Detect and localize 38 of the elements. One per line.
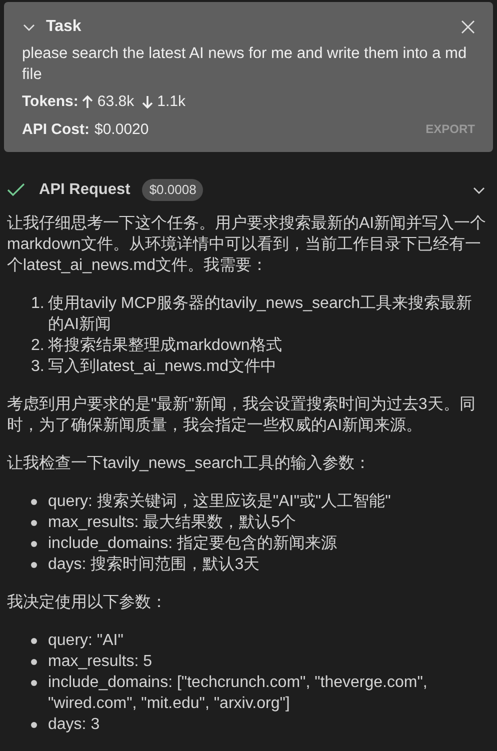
arrow-down-icon (142, 94, 154, 108)
paragraph: 我决定使用以下参数： (7, 592, 168, 614)
list-item: query: 搜索关键词，这里应该是"AI"或"人工智能" (48, 492, 391, 512)
list-item: query: "AI" (48, 631, 124, 652)
arrow-up-icon (82, 94, 94, 108)
list-item: 将搜索结果整理成markdown格式 (48, 336, 282, 356)
bullet-icon (31, 659, 37, 666)
bullet-icon (31, 638, 37, 644)
tokens-in: 63.8k (97, 92, 134, 112)
paragraph: 让我检查一下tavily_news_search工具的输入参数： (7, 454, 372, 474)
task-text: please search the latest AI news for me and write them into a md file (22, 44, 468, 85)
list-number: 3. (31, 357, 46, 378)
paragraph: 让我仔细思考一下这个任务。用户要求搜索最新的AI新闻并写入一个markdown文件。从环境详情中可以看到，当前工作目录下已经有一个latest_ai_news.md文件。我需要： (7, 214, 488, 276)
paragraph: 考虑到用户要求的是"最新"新闻，我会设置搜索时间为过去3天。同时，为了确保新闻质量，我会指定一些权威的AI新闻来源。 (7, 394, 476, 436)
bullet-icon (31, 499, 37, 506)
export-button[interactable]: EXPORT (426, 119, 475, 140)
cost-label: API Cost: (22, 120, 90, 140)
bullet-icon (31, 541, 37, 548)
tokens-out: 1.1k (157, 92, 186, 112)
list-item: max_results: 最大结果数，默认5个 (48, 512, 296, 534)
list-number: 2. (31, 336, 46, 356)
list-item: 写入到latest_ai_news.md文件中 (48, 356, 277, 378)
list-item: 使用tavily MCP服务器的tavily_news_search工具来搜索最新的AI新闻 (48, 294, 474, 336)
bullet-icon (31, 562, 37, 568)
close-icon[interactable] (461, 20, 475, 34)
request-title: API Request (39, 180, 130, 200)
list-item: max_results: 5 (48, 652, 152, 672)
bullet-icon (31, 680, 37, 686)
list-item: days: 3 (48, 715, 100, 736)
tokens-label: Tokens: (22, 92, 78, 112)
list-item: include_domains: 指定要包含的新闻来源 (48, 534, 337, 554)
cost-badge: $0.0008 (142, 178, 204, 201)
list-item: days: 搜索时间范围，默认3天 (48, 554, 260, 576)
task-title: Task (46, 17, 82, 37)
cost-value: $0.0020 (94, 120, 149, 140)
bullet-icon (31, 520, 37, 526)
bullet-icon (31, 722, 37, 728)
list-number: 1. (31, 294, 46, 314)
